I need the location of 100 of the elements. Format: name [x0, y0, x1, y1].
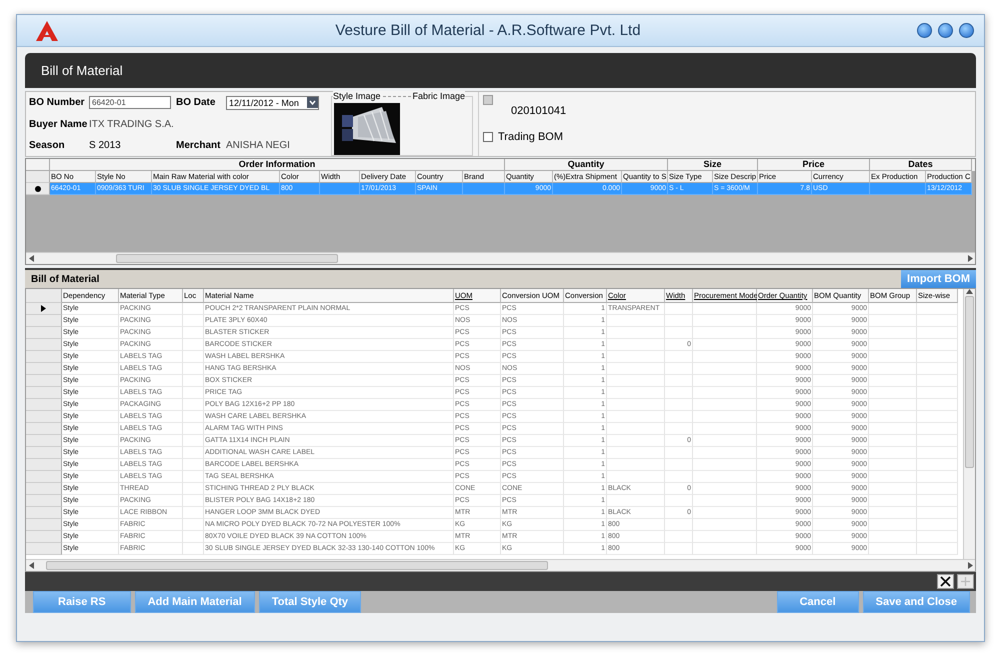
table-cell: [665, 411, 693, 423]
table-cell: [665, 531, 693, 543]
scroll-left-icon[interactable]: [28, 255, 34, 262]
image-label: Fabric Image: [412, 91, 466, 101]
table-cell: [183, 339, 204, 351]
table-cell: [917, 483, 958, 495]
table-cell: [693, 375, 757, 387]
table-cell: [869, 315, 917, 327]
table-cell: [693, 543, 757, 555]
table-cell: [665, 387, 693, 399]
table-cell: [869, 399, 917, 411]
table-cell: [917, 339, 958, 351]
table-cell: [665, 351, 693, 363]
table-cell: [607, 459, 665, 471]
row-header[interactable]: [26, 303, 62, 315]
window-button[interactable]: [938, 23, 953, 38]
scroll-right-icon[interactable]: [968, 562, 972, 569]
table-cell: [665, 423, 693, 435]
row-header[interactable]: [26, 183, 50, 195]
date-picker[interactable]: 12/11/2012 - Mon: [226, 96, 319, 110]
table-cell: [917, 471, 958, 483]
checkbox[interactable]: [483, 132, 493, 142]
table-cell: [607, 327, 665, 339]
table-cell: [869, 327, 917, 339]
current-row-icon: [41, 305, 46, 312]
table-cell: [183, 507, 204, 519]
window-title: Vesture Bill of Material - A.R.Software Pvt. Ltd: [334, 22, 642, 39]
table-cell: [869, 387, 917, 399]
table-cell: [917, 375, 958, 387]
table-cell: [183, 303, 204, 315]
scroll-left-icon[interactable]: [28, 562, 34, 569]
scrollbar[interactable]: [26, 252, 975, 264]
table-cell: [607, 471, 665, 483]
table-cell: [183, 531, 204, 543]
table-cell: [607, 399, 665, 411]
table-cell: [917, 519, 958, 531]
table-cell: [917, 543, 958, 555]
checkbox-label: Trading BOM: [498, 131, 564, 143]
table-cell: [917, 507, 958, 519]
row-indicator-icon: [34, 186, 40, 192]
table-cell: [693, 519, 757, 531]
table-cell: [917, 387, 958, 399]
table-cell: [665, 363, 693, 375]
table-cell: [183, 351, 204, 363]
table-cell: [665, 399, 693, 411]
table-cell: [869, 303, 917, 315]
table-cell: [607, 447, 665, 459]
table-cell: [607, 423, 665, 435]
input-field[interactable]: 66420-01: [89, 96, 171, 109]
table-cell: [693, 435, 757, 447]
table-cell: [693, 303, 757, 315]
table-cell: [869, 507, 917, 519]
table-cell: [607, 315, 665, 327]
window-button[interactable]: [917, 23, 932, 38]
scroll-right-icon[interactable]: [968, 255, 972, 262]
field-label: BO Date: [176, 97, 216, 108]
table-cell: [183, 315, 204, 327]
table-cell: [869, 339, 917, 351]
scrollbar[interactable]: [963, 289, 975, 559]
table-cell: [607, 375, 665, 387]
corner-cell: [26, 289, 62, 303]
field-label: Merchant: [176, 140, 222, 151]
table-cell: [917, 327, 958, 339]
table-cell: [183, 387, 204, 399]
table-cell: [693, 531, 757, 543]
table-cell: [917, 303, 958, 315]
table-cell: [693, 399, 757, 411]
table-cell: [917, 495, 958, 507]
table-cell: [607, 387, 665, 399]
table-cell: [320, 183, 360, 195]
table-cell: [183, 471, 204, 483]
table-cell: [869, 495, 917, 507]
table-cell: [917, 315, 958, 327]
table-cell: [183, 519, 204, 531]
field-label: Season: [29, 140, 66, 151]
table-cell: [917, 423, 958, 435]
table-cell: [183, 447, 204, 459]
table-cell: [870, 183, 926, 195]
table-cell: [917, 531, 958, 543]
table-cell: [693, 315, 757, 327]
section-title: Bill of Material: [30, 274, 100, 284]
table-cell: [917, 363, 958, 375]
scrollbar[interactable]: [26, 559, 975, 571]
table-cell: [693, 507, 757, 519]
table-cell: [665, 375, 693, 387]
window-button[interactable]: [959, 23, 974, 38]
table-cell: [917, 447, 958, 459]
table-cell: [665, 471, 693, 483]
delete-icon[interactable]: [937, 574, 954, 589]
table-cell: [869, 483, 917, 495]
code-text: 020101041: [511, 105, 566, 117]
table-cell: [869, 471, 917, 483]
table-cell: [607, 351, 665, 363]
table-cell: [869, 435, 917, 447]
table-cell: [665, 543, 693, 555]
logo-icon: [35, 20, 59, 42]
table-cell: [463, 183, 505, 195]
table-cell: [183, 363, 204, 375]
table-cell: [607, 411, 665, 423]
table-cell: [869, 519, 917, 531]
